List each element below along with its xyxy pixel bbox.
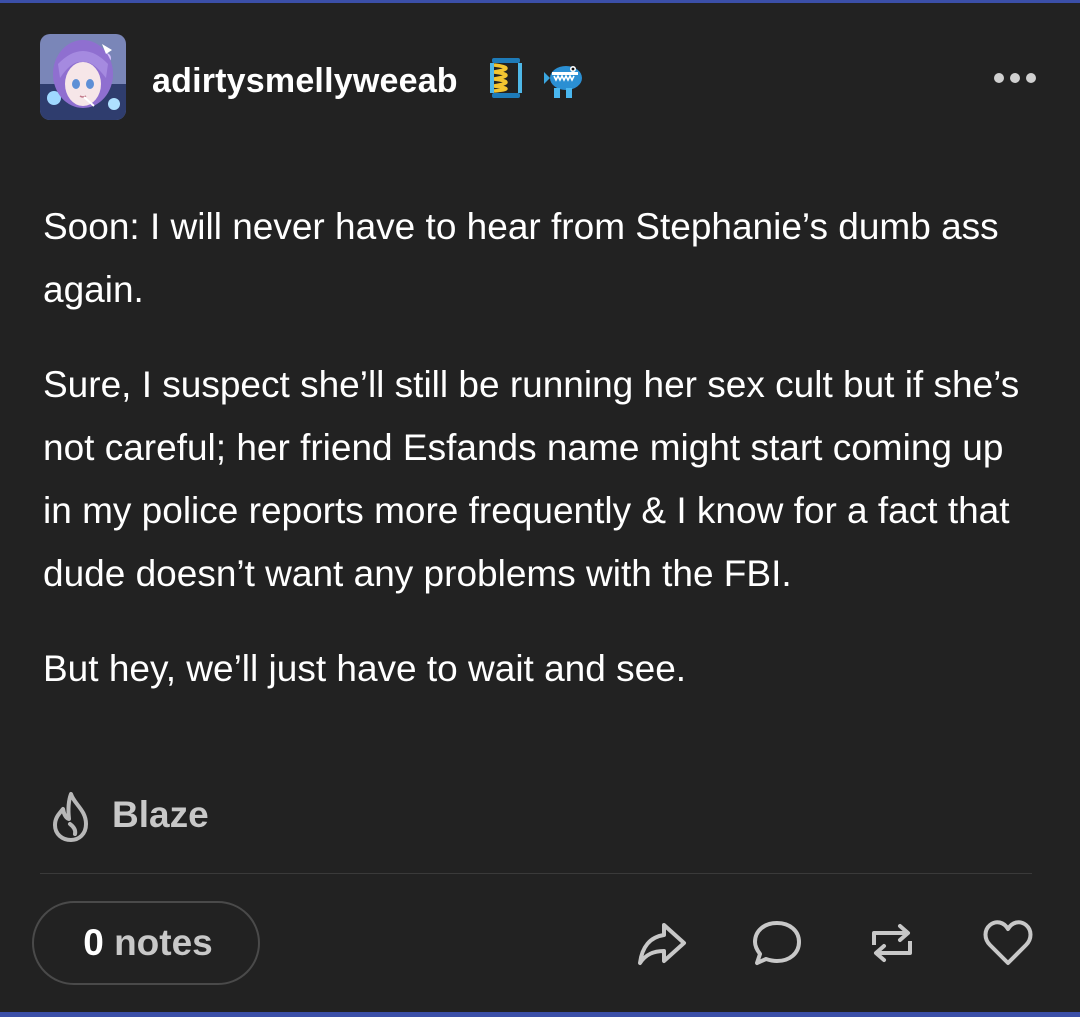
like-button[interactable] xyxy=(980,915,1036,971)
post-paragraph: Soon: I will never have to hear from Ste… xyxy=(43,206,999,310)
notes-text: 0 notes xyxy=(34,903,262,987)
reblog-icon xyxy=(872,924,912,962)
post-body: Soon: I will never have to hear from Ste… xyxy=(43,195,1023,732)
avatar-icon xyxy=(40,34,126,120)
more-options-button[interactable] xyxy=(988,60,1042,96)
reblog-button[interactable] xyxy=(864,915,920,971)
bottom-edge xyxy=(0,1012,1080,1017)
flame-icon xyxy=(53,792,88,842)
blaze-button[interactable]: Blaze xyxy=(46,790,246,844)
heart-icon xyxy=(983,920,1033,965)
divider xyxy=(40,873,1032,874)
username[interactable]: adirtysmellyweeab xyxy=(152,62,458,101)
notes-button[interactable]: 0 notes xyxy=(32,901,260,985)
more-dots-icon xyxy=(994,73,1036,83)
post-paragraph: Sure, I suspect she’ll still be running … xyxy=(43,364,1020,594)
spring-badge-icon xyxy=(486,56,526,100)
post-header: adirtysmellyweeab xyxy=(40,34,1040,122)
post-paragraph: But hey, we’ll just have to wait and see… xyxy=(43,648,687,689)
reply-button[interactable] xyxy=(749,915,805,971)
avatar[interactable] xyxy=(40,34,126,120)
blaze-label: Blaze xyxy=(112,794,209,835)
reply-bubble-icon xyxy=(753,921,801,965)
notes-count: 0 xyxy=(83,922,104,963)
share-button[interactable] xyxy=(634,915,690,971)
fish-badge-icon xyxy=(540,58,584,102)
top-edge xyxy=(0,0,1080,3)
notes-label: notes xyxy=(114,922,213,963)
share-arrow-icon xyxy=(638,923,686,965)
